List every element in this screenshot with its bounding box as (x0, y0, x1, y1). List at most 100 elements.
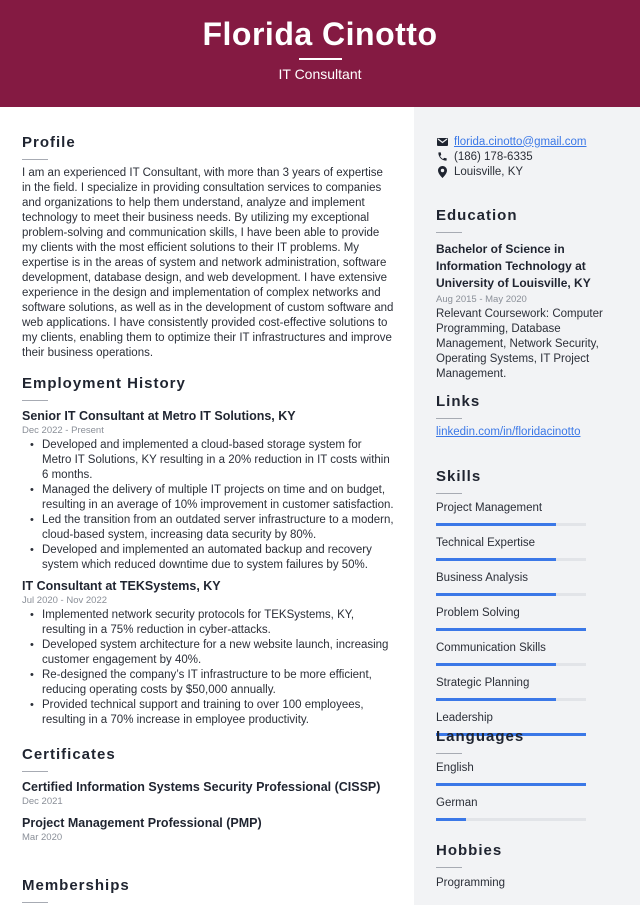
job-bullet: Managed the delivery of multiple IT proj… (22, 483, 394, 513)
language-level-fill (436, 783, 586, 786)
section-title: Employment History (22, 375, 186, 392)
linkedin-link[interactable]: linkedin.com/in/floridacinotto (436, 426, 580, 438)
education-description: Relevant Coursework: Computer Programmin… (436, 308, 603, 380)
skill-level-bar (436, 628, 586, 631)
sidebar: florida.cinotto@gmail.com (186) 178-6335… (414, 107, 640, 905)
certificate-entry: Certified Information Systems Security P… (22, 780, 394, 807)
certificates-section: Certificates Certified Information Syste… (22, 746, 394, 843)
section-divider (436, 493, 462, 494)
hobby-item: Programming (436, 877, 506, 889)
language-label: English (436, 762, 474, 774)
skill-level-bar (436, 558, 586, 561)
job-bullet: Developed system architecture for a new … (22, 638, 394, 668)
phone-number: (186) 178-6335 (454, 150, 533, 163)
skill-label: Strategic Planning (436, 677, 530, 689)
contact-block: florida.cinotto@gmail.com (186) 178-6335… (436, 134, 586, 179)
skill-item: Technical Expertise (436, 537, 586, 561)
job-title: Senior IT Consultant at Metro IT Solutio… (22, 409, 296, 423)
section-divider (22, 159, 48, 160)
degree-title: Bachelor of Science in Information Techn… (436, 242, 591, 290)
language-level-fill (436, 818, 466, 821)
skill-level-bar (436, 593, 586, 596)
profile-text: I am an experienced IT Consultant, with … (22, 167, 394, 359)
job-bullet: Led the transition from an outdated serv… (22, 513, 394, 543)
map-pin-icon (436, 165, 448, 178)
skill-label: Communication Skills (436, 642, 546, 654)
section-title: Skills (436, 468, 482, 485)
section-title: Memberships (22, 877, 130, 894)
memberships-section: Memberships (22, 877, 130, 903)
skill-level-bar (436, 523, 586, 526)
job-entry: Senior IT Consultant at Metro IT Solutio… (22, 409, 394, 573)
language-item: English (436, 762, 586, 786)
education-section: Education Bachelor of Science in Informa… (436, 207, 626, 382)
header-divider (299, 58, 342, 60)
job-title-subtitle: IT Consultant (278, 66, 362, 82)
skill-item: Project Management (436, 502, 586, 526)
section-divider (22, 771, 48, 772)
section-divider (22, 902, 48, 903)
skill-item: Communication Skills (436, 642, 586, 666)
links-section: Links linkedin.com/in/floridacinotto (436, 393, 580, 438)
skills-list: Project Management Technical Expertise Bus… (436, 502, 586, 736)
certificate-date: Dec 2021 (22, 796, 63, 807)
skill-item: Business Analysis (436, 572, 586, 596)
job-bullet: Implemented network security protocols f… (22, 608, 394, 638)
certificate-name: Project Management Professional (PMP) (22, 816, 262, 830)
skill-level-fill (436, 628, 586, 631)
job-bullets: Implemented network security protocols f… (22, 608, 394, 728)
skill-item: Problem Solving (436, 607, 586, 631)
job-bullet: Developed and implemented an automated b… (22, 543, 394, 573)
skill-level-fill (436, 698, 556, 701)
language-level-bar (436, 818, 586, 821)
language-label: German (436, 797, 478, 809)
skill-level-fill (436, 558, 556, 561)
section-divider (436, 753, 462, 754)
job-bullet: Developed and implemented a cloud-based … (22, 438, 394, 483)
job-bullets: Developed and implemented a cloud-based … (22, 438, 394, 573)
skills-section: Skills Project Management Technical Exper… (436, 468, 586, 747)
hobbies-section: Hobbies Programming (436, 842, 505, 892)
section-divider (22, 400, 48, 401)
section-title: Education (436, 207, 518, 224)
language-level-bar (436, 783, 586, 786)
skill-label: Project Management (436, 502, 543, 514)
contact-email-row: florida.cinotto@gmail.com (436, 134, 586, 149)
skill-item: Strategic Planning (436, 677, 586, 701)
languages-section: Languages English German (436, 728, 586, 832)
email-link[interactable]: florida.cinotto@gmail.com (454, 136, 586, 148)
contact-phone-row: (186) 178-6335 (436, 149, 586, 164)
skill-label: Problem Solving (436, 607, 520, 619)
job-title: IT Consultant at TEKSystems, KY (22, 579, 221, 593)
skill-label: Technical Expertise (436, 537, 536, 549)
job-bullet: Re-designed the company’s IT infrastruct… (22, 668, 394, 698)
skill-level-fill (436, 593, 556, 596)
section-divider (436, 867, 462, 868)
skill-level-fill (436, 663, 556, 666)
section-title: Certificates (22, 746, 116, 763)
section-title: Links (436, 393, 481, 410)
job-bullet: Provided technical support and training … (22, 698, 394, 728)
resume-header: Florida Cinotto IT Consultant (0, 0, 640, 107)
contact-location-row: Louisville, KY (436, 164, 586, 179)
languages-list: English German (436, 762, 586, 821)
skill-level-fill (436, 523, 556, 526)
job-dates: Jul 2020 - Nov 2022 (22, 595, 108, 606)
certificate-entry: Project Management Professional (PMP) Ma… (22, 816, 394, 843)
job-dates: Dec 2022 - Present (22, 425, 104, 436)
section-title: Hobbies (436, 842, 503, 859)
phone-icon (436, 151, 448, 162)
section-title: Languages (436, 728, 525, 745)
location: Louisville, KY (454, 165, 524, 178)
section-title: Profile (22, 134, 76, 151)
candidate-name: Florida Cinotto (202, 16, 438, 52)
certificate-date: Mar 2020 (22, 832, 63, 843)
section-divider (436, 232, 462, 233)
skill-level-bar (436, 698, 586, 701)
section-divider (436, 418, 462, 419)
envelope-icon (436, 137, 448, 146)
skill-label: Business Analysis (436, 572, 529, 584)
language-item: German (436, 797, 586, 821)
certificate-name: Certified Information Systems Security P… (22, 780, 381, 794)
profile-section: Profile I am an experienced IT Consultan… (22, 134, 394, 361)
